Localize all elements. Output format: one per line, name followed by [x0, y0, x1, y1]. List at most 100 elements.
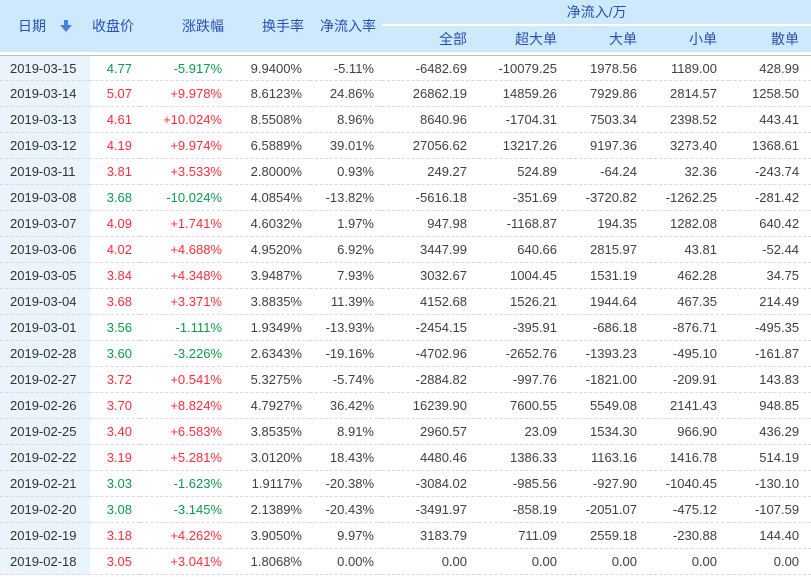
cell-turnover: 4.7927%	[230, 393, 310, 419]
cell-close: 4.61	[90, 107, 140, 133]
cell-date: 2019-02-18	[0, 549, 90, 575]
cell-inflow_rate: 8.96%	[310, 107, 382, 133]
cell-turnover: 5.3275%	[230, 367, 310, 393]
cell-turnover: 3.9487%	[230, 263, 310, 289]
cell-small: 2398.52	[649, 107, 729, 133]
cell-large: -2051.07	[569, 497, 649, 523]
cell-small: 3273.40	[649, 133, 729, 159]
cell-retail: 1368.61	[729, 133, 811, 159]
cell-change: +3.041%	[140, 549, 230, 575]
cell-inflow_rate: -5.74%	[310, 367, 382, 393]
cell-small: -230.88	[649, 523, 729, 549]
cell-super_large: 1386.33	[479, 445, 569, 471]
cell-close: 3.81	[90, 159, 140, 185]
cell-turnover: 3.8535%	[230, 419, 310, 445]
cell-inflow_rate: 7.93%	[310, 263, 382, 289]
header-large: 大单	[569, 26, 649, 55]
cell-date: 2019-03-11	[0, 159, 90, 185]
cell-large: -927.90	[569, 471, 649, 497]
cell-turnover: 4.6032%	[230, 211, 310, 237]
table-row: 2019-02-283.60-3.226%2.6343%-19.16%-4702…	[0, 341, 811, 367]
cell-date: 2019-02-20	[0, 497, 90, 523]
cell-small: -495.10	[649, 341, 729, 367]
cell-turnover: 8.5508%	[230, 107, 310, 133]
cell-date: 2019-02-21	[0, 471, 90, 497]
cell-change: -3.226%	[140, 341, 230, 367]
cell-small: 43.81	[649, 237, 729, 263]
header-close: 收盘价	[90, 0, 140, 55]
cell-turnover: 3.9050%	[230, 523, 310, 549]
cell-retail: 34.75	[729, 263, 811, 289]
cell-turnover: 4.0854%	[230, 185, 310, 211]
cell-inflow_rate: 24.86%	[310, 81, 382, 107]
cell-change: -10.024%	[140, 185, 230, 211]
cell-super_large: -351.69	[479, 185, 569, 211]
cell-large: 194.35	[569, 211, 649, 237]
cell-inflow_rate: -13.93%	[310, 315, 382, 341]
cell-super_large: 1526.21	[479, 289, 569, 315]
cell-all: 16239.90	[382, 393, 479, 419]
cell-inflow_rate: -13.82%	[310, 185, 382, 211]
cell-all: 27056.62	[382, 133, 479, 159]
cell-change: -5.917%	[140, 55, 230, 81]
cell-super_large: -1704.31	[479, 107, 569, 133]
cell-all: 2960.57	[382, 419, 479, 445]
cell-retail: -281.42	[729, 185, 811, 211]
cell-change: +6.583%	[140, 419, 230, 445]
cell-change: +3.371%	[140, 289, 230, 315]
cell-date: 2019-03-07	[0, 211, 90, 237]
cell-all: -3491.97	[382, 497, 479, 523]
cell-super_large: -395.91	[479, 315, 569, 341]
cell-close: 3.05	[90, 549, 140, 575]
table-row: 2019-03-064.02+4.688%4.9520%6.92%3447.99…	[0, 237, 811, 263]
sort-desc-arrow-down-icon[interactable]	[60, 20, 72, 32]
cell-date: 2019-03-04	[0, 289, 90, 315]
cell-large: 7503.34	[569, 107, 649, 133]
table-row: 2019-03-074.09+1.741%4.6032%1.97%947.98-…	[0, 211, 811, 237]
cell-small: 467.35	[649, 289, 729, 315]
cell-large: -1393.23	[569, 341, 649, 367]
cell-close: 3.56	[90, 315, 140, 341]
table-row: 2019-03-053.84+4.348%3.9487%7.93%3032.67…	[0, 263, 811, 289]
cell-inflow_rate: 39.01%	[310, 133, 382, 159]
cell-close: 4.19	[90, 133, 140, 159]
cell-super_large: -997.76	[479, 367, 569, 393]
cell-small: -209.91	[649, 367, 729, 393]
cell-date: 2019-03-13	[0, 107, 90, 133]
cell-close: 3.18	[90, 523, 140, 549]
cell-large: 1944.64	[569, 289, 649, 315]
header-date[interactable]: 日期	[0, 0, 90, 55]
cell-large: -686.18	[569, 315, 649, 341]
cell-close: 4.77	[90, 55, 140, 81]
cell-close: 3.68	[90, 185, 140, 211]
cell-all: 4152.68	[382, 289, 479, 315]
cell-retail: 214.49	[729, 289, 811, 315]
cell-retail: 144.40	[729, 523, 811, 549]
cell-all: 26862.19	[382, 81, 479, 107]
header-all: 全部	[382, 26, 479, 55]
cell-close: 3.40	[90, 419, 140, 445]
cell-close: 3.08	[90, 497, 140, 523]
cell-large: 2559.18	[569, 523, 649, 549]
cell-date: 2019-03-05	[0, 263, 90, 289]
cell-large: -64.24	[569, 159, 649, 185]
cell-super_large: -985.56	[479, 471, 569, 497]
cell-retail: 640.42	[729, 211, 811, 237]
header-inflow-rate: 净流入率	[310, 0, 382, 55]
table-row: 2019-02-193.18+4.262%3.9050%9.97%3183.79…	[0, 523, 811, 549]
cell-date: 2019-02-19	[0, 523, 90, 549]
cell-turnover: 3.8835%	[230, 289, 310, 315]
header-group-net-inflow: 净流入/万	[382, 0, 811, 26]
cell-large: 1978.56	[569, 55, 649, 81]
header-small: 小单	[649, 26, 729, 55]
cell-large: 0.00	[569, 549, 649, 575]
cell-small: -1262.25	[649, 185, 729, 211]
cell-all: -5616.18	[382, 185, 479, 211]
cell-super_large: 13217.26	[479, 133, 569, 159]
cell-close: 3.72	[90, 367, 140, 393]
table-row: 2019-03-124.19+9.974%6.5889%39.01%27056.…	[0, 133, 811, 159]
cell-inflow_rate: 0.93%	[310, 159, 382, 185]
cell-change: -1.111%	[140, 315, 230, 341]
cell-inflow_rate: -20.38%	[310, 471, 382, 497]
cell-retail: 1258.50	[729, 81, 811, 107]
